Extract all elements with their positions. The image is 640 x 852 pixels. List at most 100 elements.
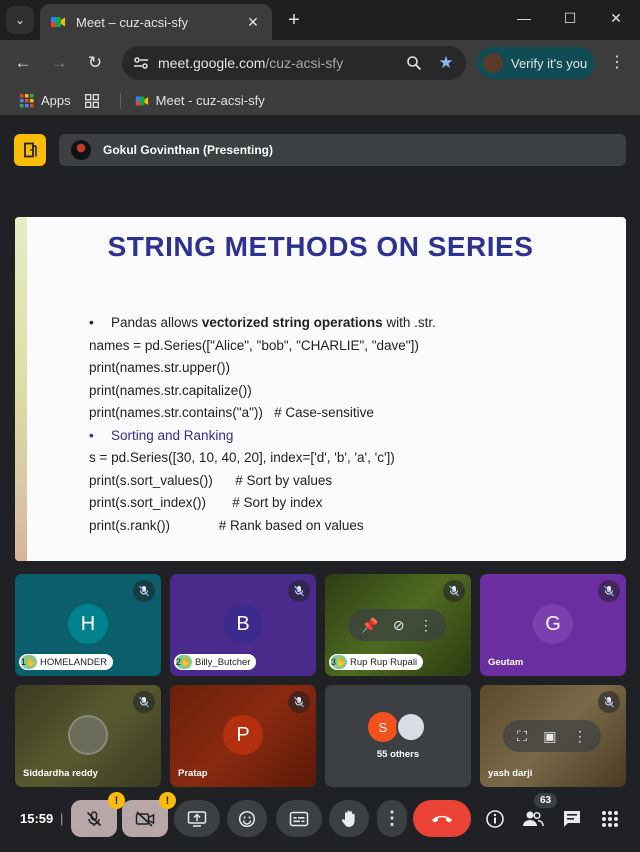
- participant-tile[interactable]: 📌 ⊘ ⋮ 3 ✋ Rup Rup Rupali: [325, 574, 471, 676]
- door-icon: [24, 142, 37, 158]
- bookmark-apps-label: Apps: [41, 93, 71, 108]
- raise-hand-icon: [341, 810, 355, 827]
- slide-line: • Sorting and Ranking: [89, 425, 436, 448]
- zoom-search-icon[interactable]: [404, 55, 424, 71]
- meeting-details-button[interactable]: [483, 807, 507, 831]
- raise-hand-button[interactable]: [329, 800, 369, 837]
- hand-order: 1: [20, 657, 26, 667]
- activities-grid-icon: [602, 811, 618, 827]
- pin-icon[interactable]: 📌: [361, 617, 378, 634]
- mic-off-icon: [443, 580, 465, 602]
- present-screen-icon: [187, 810, 207, 827]
- meet-companion-logo[interactable]: [14, 134, 46, 166]
- participant-name: Geutam: [488, 657, 524, 668]
- meeting-clock: 15:59: [20, 811, 54, 826]
- tab-search-button[interactable]: ⌄: [6, 6, 34, 34]
- slide-line: print(s.sort_values()) # Sort by values: [89, 472, 333, 488]
- chat-button[interactable]: [560, 807, 584, 831]
- mic-off-icon: [598, 580, 620, 602]
- others-photo-avatar: [396, 712, 426, 742]
- forward-arrow-icon[interactable]: →: [48, 52, 70, 74]
- chevron-down-icon: ⌄: [14, 13, 26, 27]
- mic-off-icon: [86, 810, 102, 826]
- tab-meet[interactable]: Meet – cuz-acsi-sfy ✕: [40, 4, 272, 40]
- browser-menu-icon[interactable]: ⋮: [608, 52, 626, 72]
- bookmark-apps[interactable]: Apps: [20, 93, 71, 108]
- participant-photo-avatar: [68, 715, 108, 755]
- slide-line: print(names.str.upper()): [89, 360, 231, 375]
- mic-off-icon: [133, 691, 155, 713]
- participant-tile[interactable]: ⛶ ▣ ⋮ yash darji: [480, 685, 626, 787]
- reload-icon[interactable]: ↻: [84, 52, 106, 74]
- hang-up-icon: [432, 815, 452, 822]
- presenter-name: Gokul Govinthan (Presenting): [103, 143, 274, 157]
- close-window-icon[interactable]: ✕: [606, 10, 626, 27]
- participant-avatar: H: [68, 604, 108, 644]
- participant-tile[interactable]: P Pratap: [170, 685, 316, 787]
- presenter-avatar: [71, 140, 91, 160]
- bookmark-meet[interactable]: Meet - cuz-acsi-sfy: [135, 93, 265, 108]
- presentation-slide[interactable]: STRING METHODS ON SERIES • Pandas allows …: [15, 217, 626, 561]
- presenter-banner[interactable]: Gokul Govinthan (Presenting): [59, 134, 626, 166]
- microphone-toggle-button[interactable]: !: [71, 792, 125, 837]
- others-tile[interactable]: S 55 others: [325, 685, 471, 787]
- bookmark-star-icon[interactable]: ★: [436, 53, 456, 73]
- more-options-icon[interactable]: ⋮: [573, 728, 587, 745]
- activities-button[interactable]: [598, 807, 622, 831]
- call-controls-bar: 15:59 | ! ! ⋮ 63: [0, 787, 640, 852]
- raised-hand-badge: 2 ✋ Billy_Butcher: [174, 654, 257, 670]
- frame-icon[interactable]: ▣: [543, 728, 556, 745]
- url-host: meet.google.com: [158, 55, 266, 71]
- participant-avatar: G: [533, 604, 573, 644]
- clock-separator: |: [60, 811, 64, 826]
- slide-line: • Pandas allows vectorized string operati…: [89, 312, 436, 335]
- back-arrow-icon[interactable]: ←: [12, 52, 34, 74]
- slide-text: with .str.: [382, 315, 436, 330]
- verify-identity-button[interactable]: Verify it's you: [477, 47, 595, 79]
- verify-label: Verify it's you: [511, 55, 588, 71]
- participant-tile[interactable]: B 2 ✋ Billy_Butcher: [170, 574, 316, 676]
- slide-line: print(s.sort_index()) # Sort by index: [89, 495, 323, 510]
- leave-call-button[interactable]: [413, 800, 471, 837]
- fullscreen-icon[interactable]: ⛶: [517, 728, 527, 745]
- slide-line: print(names.str.capitalize()): [89, 382, 252, 398]
- url-text: meet.google.com/cuz-acsi-sfy: [158, 55, 392, 71]
- raised-hand-icon: 2 ✋: [175, 655, 193, 669]
- tile-hover-controls: 📌 ⊘ ⋮: [348, 609, 446, 641]
- bookmarks-bar: Apps Meet - cuz-acsi-sfy: [0, 86, 640, 116]
- remove-from-call-icon[interactable]: ⊘: [393, 617, 405, 634]
- warning-icon: !: [159, 792, 176, 809]
- bookmark-meet-label: Meet - cuz-acsi-sfy: [155, 93, 265, 108]
- tab-groups-icon: [84, 93, 99, 108]
- slide-decoration: [15, 217, 27, 561]
- maximize-icon[interactable]: ☐: [560, 10, 580, 27]
- slide-line: s = pd.Series([30, 10, 40, 20], index=['…: [89, 450, 395, 465]
- chat-icon: [564, 811, 580, 827]
- address-bar[interactable]: meet.google.com/cuz-acsi-sfy ★: [122, 46, 466, 80]
- more-options-icon[interactable]: ⋮: [419, 617, 433, 634]
- participant-name: Rup Rup Rupali: [350, 656, 418, 668]
- emoji-icon: [238, 810, 256, 827]
- tab-title: Meet – cuz-acsi-sfy: [76, 14, 188, 30]
- camera-toggle-button[interactable]: !: [122, 792, 176, 837]
- participant-name: Billy_Butcher: [195, 656, 251, 668]
- new-tab-icon[interactable]: +: [284, 8, 304, 32]
- people-button[interactable]: [521, 807, 545, 831]
- site-info-icon[interactable]: [132, 54, 150, 72]
- reactions-button[interactable]: [227, 800, 267, 837]
- present-screen-button[interactable]: [174, 800, 220, 837]
- captions-button[interactable]: [276, 800, 322, 837]
- url-path: /cuz-acsi-sfy: [265, 55, 344, 71]
- others-count-label: 55 others: [376, 749, 420, 760]
- participant-tile[interactable]: Siddardha reddy: [15, 685, 161, 787]
- participant-name: HOMELANDER: [40, 656, 108, 668]
- participant-tile[interactable]: G Geutam: [480, 574, 626, 676]
- raised-hand-icon: 3 ✋: [330, 655, 348, 669]
- minimize-icon[interactable]: —: [514, 10, 534, 26]
- slide-line: print(s.rank()) # Rank based on values: [89, 517, 364, 533]
- close-tab-icon[interactable]: ✕: [244, 14, 262, 31]
- participant-tile[interactable]: H 1 ✋ HOMELANDER: [15, 574, 161, 676]
- tab-groups-button[interactable]: [84, 93, 106, 108]
- bookmark-separator: [119, 92, 121, 109]
- more-options-button[interactable]: ⋮: [377, 800, 407, 837]
